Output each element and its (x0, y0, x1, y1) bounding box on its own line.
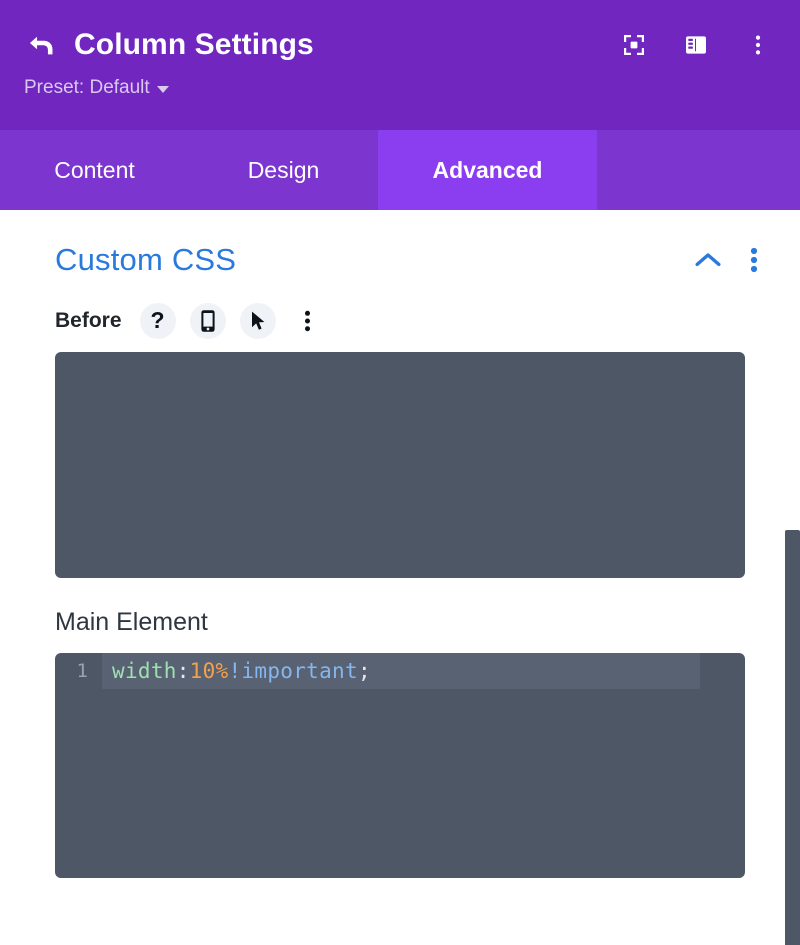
help-icon[interactable]: ? (139, 303, 176, 339)
header-actions (622, 33, 776, 57)
css-colon-token: : (176, 659, 190, 683)
section-title: Custom CSS (55, 242, 237, 277)
layout-panel-icon[interactable] (684, 33, 708, 57)
tab-content[interactable]: Content (0, 130, 189, 210)
before-field-header: Before ? (0, 284, 800, 339)
undo-arrow-icon[interactable] (24, 28, 58, 62)
css-important-token: !important (228, 659, 358, 683)
panel-scrollbar-thumb[interactable] (785, 530, 800, 945)
chevron-down-icon (156, 86, 169, 93)
focus-target-icon[interactable] (622, 33, 646, 57)
settings-header: Column Settings Preset: Default (0, 0, 800, 130)
main-element-label: Main Element (55, 608, 208, 636)
hover-cursor-icon[interactable] (239, 303, 276, 339)
css-property-token: width (112, 659, 177, 683)
preset-label: Preset: Default (24, 77, 150, 98)
help-icon-glyph: ? (150, 306, 165, 333)
code-line: 1 width : 10% !important ; (55, 653, 745, 689)
line-number: 1 (76, 660, 88, 682)
tab-advanced[interactable]: Advanced (378, 130, 597, 210)
css-semicolon-token: ; (357, 659, 371, 683)
main-element-code-editor[interactable]: 1 width : 10% !important ; (55, 653, 745, 878)
section-header-actions (694, 247, 758, 273)
header-top-row: Column Settings (24, 22, 776, 68)
before-code-editor[interactable] (55, 352, 745, 578)
code-line-content[interactable]: width : 10% !important ; (102, 653, 700, 689)
responsive-phone-icon[interactable] (189, 303, 226, 339)
page-title: Column Settings (74, 28, 314, 61)
more-options-icon[interactable] (746, 33, 770, 57)
before-field-label: Before (55, 309, 122, 332)
panel-scrollbar[interactable] (785, 530, 800, 945)
css-value-token: 10% (189, 659, 229, 683)
section-more-options-icon[interactable] (750, 247, 758, 273)
tab-design[interactable]: Design (189, 130, 378, 210)
tabs-filler (597, 130, 800, 210)
preset-dropdown[interactable]: Preset: Default (24, 77, 169, 99)
settings-tabs: Content Design Advanced (0, 130, 800, 210)
before-field-more-options-icon[interactable] (290, 303, 326, 339)
chevron-up-icon[interactable] (694, 250, 722, 270)
custom-css-section-header: Custom CSS (0, 210, 800, 284)
settings-body: Custom CSS Before ? Main Element 1 width… (0, 210, 800, 945)
